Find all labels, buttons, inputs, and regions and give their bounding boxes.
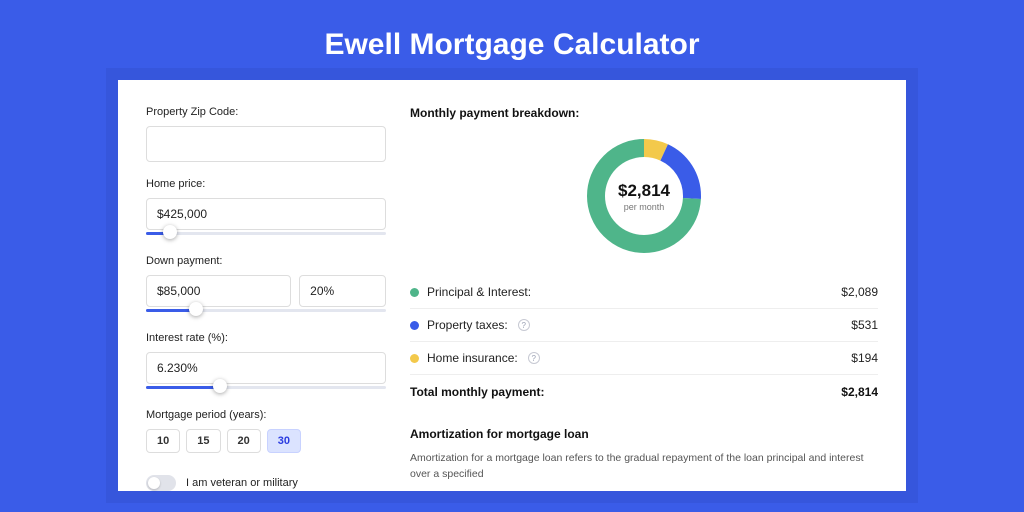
donut-sub: per month	[624, 202, 665, 212]
legend: Principal & Interest: $2,089 Property taxe…	[410, 276, 878, 374]
period-option-30[interactable]: 30	[267, 429, 301, 453]
breakdown-title: Monthly payment breakdown:	[410, 106, 878, 120]
period-label: Mortgage period (years):	[146, 409, 386, 421]
interest-slider-thumb[interactable]	[213, 379, 227, 393]
veteran-label: I am veteran or military	[186, 477, 298, 489]
legend-row: Home insurance:? $194	[410, 342, 878, 374]
calculator-card: Property Zip Code: Home price: Down paym…	[118, 80, 906, 491]
total-label: Total monthly payment:	[410, 385, 544, 399]
period-group: 1015 2030	[146, 429, 386, 453]
down-payment-slider[interactable]	[146, 306, 386, 316]
legend-row: Principal & Interest: $2,089	[410, 276, 878, 309]
period-option-10[interactable]: 10	[146, 429, 180, 453]
donut-center: $2,814 per month	[582, 134, 706, 258]
legend-total-row: Total monthly payment: $2,814	[410, 374, 878, 413]
down-payment-label: Down payment:	[146, 255, 386, 267]
legend-dot	[410, 288, 419, 297]
breakdown-donut: $2,814 per month	[582, 134, 706, 258]
amortization-text: Amortization for a mortgage loan refers …	[410, 451, 878, 483]
info-icon[interactable]: ?	[528, 352, 540, 364]
period-option-15[interactable]: 15	[186, 429, 220, 453]
info-icon[interactable]: ?	[518, 319, 530, 331]
legend-row: Property taxes:? $531	[410, 309, 878, 342]
interest-input[interactable]	[146, 352, 386, 384]
legend-dot	[410, 354, 419, 363]
down-payment-pct-input[interactable]	[299, 275, 386, 307]
period-option-20[interactable]: 20	[227, 429, 261, 453]
amortization-title: Amortization for mortgage loan	[410, 427, 878, 441]
legend-value: $194	[851, 351, 878, 365]
down-payment-slider-thumb[interactable]	[189, 302, 203, 316]
home-price-slider[interactable]	[146, 229, 386, 239]
legend-value: $2,089	[841, 285, 878, 299]
legend-label: Home insurance:	[427, 351, 518, 365]
home-price-input[interactable]	[146, 198, 386, 230]
legend-label: Principal & Interest:	[427, 285, 531, 299]
home-price-slider-thumb[interactable]	[163, 225, 177, 239]
total-value: $2,814	[841, 385, 878, 399]
zip-label: Property Zip Code:	[146, 106, 386, 118]
legend-value: $531	[851, 318, 878, 332]
down-payment-input[interactable]	[146, 275, 291, 307]
interest-slider[interactable]	[146, 383, 386, 393]
veteran-toggle[interactable]	[146, 475, 176, 491]
home-price-label: Home price:	[146, 178, 386, 190]
interest-label: Interest rate (%):	[146, 332, 386, 344]
page-title: Ewell Mortgage Calculator	[0, 0, 1024, 80]
breakdown-panel: Monthly payment breakdown: $2,814 per mo…	[410, 106, 878, 491]
legend-dot	[410, 321, 419, 330]
interest-slider-fill	[146, 386, 220, 389]
legend-label: Property taxes:	[427, 318, 508, 332]
inputs-panel: Property Zip Code: Home price: Down paym…	[146, 106, 386, 491]
zip-input[interactable]	[146, 126, 386, 162]
donut-amount: $2,814	[618, 181, 670, 201]
